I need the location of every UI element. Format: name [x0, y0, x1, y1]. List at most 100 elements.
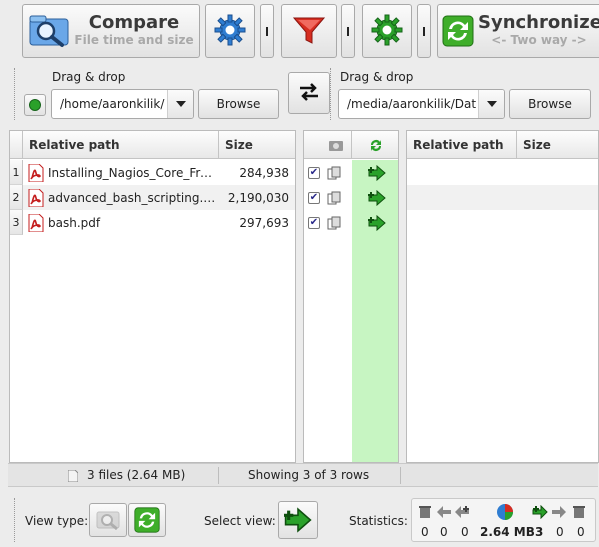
- view-type-sync-button[interactable]: [128, 503, 166, 537]
- pie-chart-icon: [497, 504, 513, 520]
- right-browse-button[interactable]: Browse: [509, 89, 591, 119]
- stat-update-left: 0: [440, 525, 448, 539]
- synchronize-button[interactable]: Synchronize <- Two way ->: [437, 4, 599, 58]
- filter-button[interactable]: [281, 4, 337, 58]
- file-size: 297,693: [239, 215, 289, 230]
- table-row[interactable]: 2 advanced_bash_scripting.pdf 2,190,030: [10, 185, 295, 210]
- right-folder-path-combo[interactable]: /media/aaronkilik/Dat: [338, 89, 505, 119]
- chevron-down-icon: [486, 101, 497, 107]
- row-number: 1: [10, 160, 23, 185]
- gear-icon: [214, 14, 246, 49]
- select-view-button[interactable]: [278, 501, 318, 539]
- compare-magnifier-icon: [29, 13, 69, 49]
- rows-shown-status: Showing 3 of 3 rows: [248, 468, 370, 482]
- stat-delete-right: 0: [577, 525, 585, 539]
- file-name: Installing_Nagios_Core_Fro...: [48, 165, 218, 180]
- status-divider: [218, 467, 219, 484]
- dropdown-arrow-icon: [266, 26, 268, 36]
- row-number-header: [10, 131, 23, 159]
- file-name: advanced_bash_scripting.pdf: [48, 190, 218, 205]
- table-row[interactable]: 3 bash.pdf 297,693: [10, 210, 295, 235]
- compare-subtitle: File time and size: [74, 33, 194, 47]
- synchronize-title: Synchronize: [478, 12, 599, 33]
- left-file-count: 3 files (2.64 MB): [87, 468, 186, 482]
- gear-icon: [371, 14, 403, 49]
- swap-sides-button[interactable]: [288, 72, 330, 114]
- stat-create-left: 0: [461, 525, 469, 539]
- row-number: 3: [10, 210, 23, 235]
- left-file-grid[interactable]: Relative path Size 1 Installing_Nagios_C…: [9, 130, 296, 463]
- stat-delete-left: 0: [421, 525, 429, 539]
- compare-button[interactable]: Compare File time and size: [22, 4, 200, 58]
- chevron-down-icon: [175, 101, 186, 107]
- row-number: 2: [10, 185, 23, 210]
- left-folder-path[interactable]: /home/aaronkilik/: [52, 97, 167, 111]
- filter-options-dropdown[interactable]: [341, 4, 355, 58]
- left-folder-grip[interactable]: [14, 68, 17, 120]
- pdf-file-icon: [28, 163, 44, 182]
- left-drag-drop-label: Drag & drop: [52, 70, 126, 84]
- table-row[interactable]: 1 Installing_Nagios_Core_Fro... 284,938: [10, 160, 295, 185]
- dropdown-arrow-icon: [423, 26, 425, 36]
- add-folder-pair-button[interactable]: [24, 94, 46, 116]
- camera-icon: [329, 140, 343, 151]
- right-drag-drop-label: Drag & drop: [340, 70, 414, 84]
- swap-arrows-icon: [297, 80, 321, 107]
- compare-title: Compare: [88, 12, 180, 33]
- bottom-bar-grip[interactable]: [14, 498, 17, 542]
- update-left-icon: [437, 506, 451, 518]
- left-relative-path-header[interactable]: Relative path: [23, 131, 219, 159]
- delete-left-icon: [419, 506, 431, 518]
- plus-icon: [30, 100, 40, 110]
- update-right-icon: [552, 506, 566, 518]
- include-checkbox[interactable]: ✔: [308, 216, 320, 229]
- middle-action-grid[interactable]: ✔ ✔ ✔: [303, 130, 399, 463]
- right-size-header[interactable]: Size: [517, 131, 598, 159]
- right-path-dropdown[interactable]: [478, 90, 504, 118]
- left-browse-button[interactable]: Browse: [198, 89, 279, 119]
- view-type-compare-button[interactable]: [89, 503, 127, 537]
- funnel-icon: [292, 13, 326, 50]
- right-folder-grip[interactable]: [330, 68, 333, 120]
- table-row[interactable]: ✔: [304, 210, 398, 235]
- view-type-label: View type:: [25, 514, 89, 528]
- file-size: 2,190,030: [227, 190, 289, 205]
- right-folder-path[interactable]: /media/aaronkilik/Dat: [339, 97, 478, 111]
- create-left-icon: [455, 506, 469, 518]
- status-divider: [400, 467, 401, 484]
- table-row[interactable]: ✔: [304, 185, 398, 210]
- left-size-header[interactable]: Size: [219, 131, 295, 159]
- stat-update-right: 0: [556, 525, 564, 539]
- select-view-label: Select view:: [204, 514, 276, 528]
- create-right-icon[interactable]: [368, 189, 386, 206]
- left-path-dropdown[interactable]: [167, 90, 193, 118]
- table-row[interactable]: ✔: [304, 160, 398, 185]
- create-right-icon: [284, 507, 312, 533]
- action-column-header[interactable]: [352, 131, 398, 159]
- include-checkbox[interactable]: ✔: [308, 166, 320, 179]
- include-checkbox[interactable]: ✔: [308, 191, 320, 204]
- pdf-file-icon: [28, 188, 44, 207]
- pdf-file-icon: [28, 213, 44, 232]
- compare-settings-button[interactable]: [205, 4, 255, 58]
- left-folder-path-combo[interactable]: /home/aaronkilik/: [51, 89, 194, 119]
- status-bar: 3 files (2.64 MB) Showing 3 of 3 rows: [8, 463, 598, 487]
- sync-settings-button[interactable]: [362, 4, 412, 58]
- sync-options-dropdown[interactable]: [417, 4, 431, 58]
- create-right-icon[interactable]: [368, 164, 386, 181]
- file-copy-icon: [327, 166, 341, 179]
- file-copy-icon: [327, 191, 341, 204]
- statistics-label: Statistics:: [349, 514, 408, 528]
- compare-options-dropdown[interactable]: [260, 4, 274, 58]
- file-name: bash.pdf: [48, 215, 101, 230]
- delete-right-icon: [573, 506, 585, 518]
- right-relative-path-header[interactable]: Relative path: [407, 131, 517, 159]
- sync-arrows-icon: [370, 139, 381, 151]
- synchronize-subtitle: <- Two way ->: [491, 33, 587, 47]
- sync-arrows-icon: [442, 15, 474, 47]
- create-right-icon[interactable]: [368, 214, 386, 231]
- compare-column-header[interactable]: [304, 131, 352, 159]
- table-row[interactable]: [407, 185, 598, 210]
- compare-magnifier-icon: [96, 511, 120, 531]
- right-file-grid[interactable]: Relative path Size: [406, 130, 599, 463]
